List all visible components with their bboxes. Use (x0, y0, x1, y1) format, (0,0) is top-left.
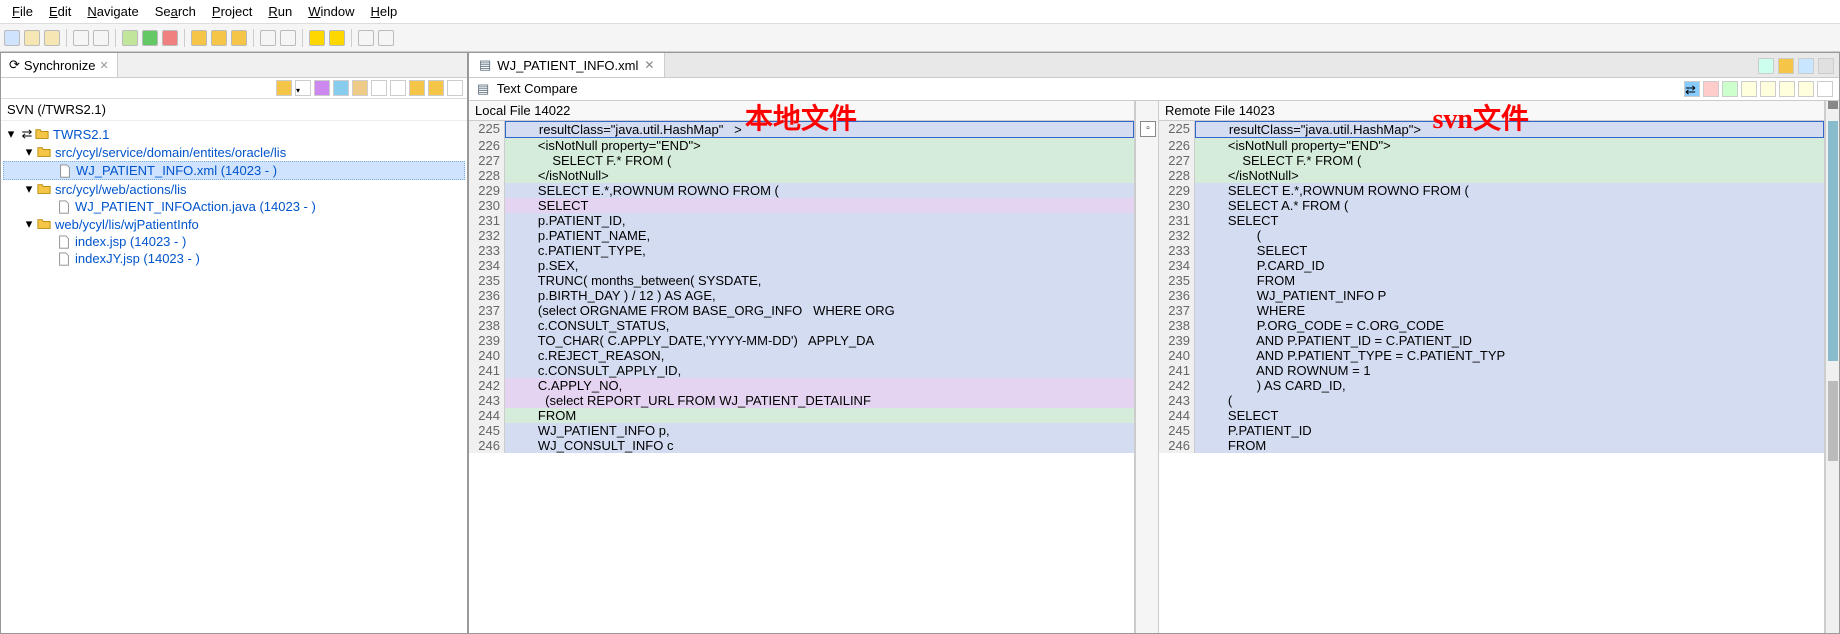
diff-link-icon[interactable]: ▫ (1140, 121, 1156, 137)
tree-file[interactable]: index.jsp (14023 - ) (3, 233, 465, 250)
menu-icon[interactable] (1817, 81, 1833, 97)
pin-view-icon[interactable] (276, 80, 292, 96)
run-config-icon[interactable] (162, 30, 178, 46)
back-icon[interactable] (309, 30, 325, 46)
menu-file[interactable]: File (4, 2, 41, 21)
left-panel: Local File 14022 225 resultClass="java.u… (469, 101, 1135, 633)
view-menu-icon[interactable] (295, 80, 311, 96)
persp-debug-icon[interactable] (1818, 58, 1834, 74)
menu-search[interactable]: Search (147, 2, 204, 21)
copy-right-icon[interactable] (1741, 81, 1757, 97)
compare-toolbar: ⇄ (1678, 79, 1839, 99)
copy-left-icon[interactable] (1760, 81, 1776, 97)
tree-file[interactable]: WJ_PATIENT_INFO.xml (14023 - ) (3, 161, 465, 180)
copy-all-left-icon[interactable] (1722, 81, 1738, 97)
fwd-icon[interactable] (329, 30, 345, 46)
sync-icon: ⟳ (9, 57, 20, 73)
menu-icon[interactable] (447, 80, 463, 96)
prev-diff-icon[interactable] (1798, 81, 1814, 97)
tree-root[interactable]: ▾⇄TWRS2.1 (3, 125, 465, 143)
right-code[interactable]: 225 resultClass="java.util.HashMap">226 … (1159, 121, 1824, 633)
menubar: File Edit Navigate Search Project Run Wi… (0, 0, 1840, 24)
tree-file[interactable]: indexJY.jsp (14023 - ) (3, 250, 465, 267)
close-icon[interactable]: ✕ (644, 58, 654, 72)
task-icon[interactable] (280, 30, 296, 46)
editor-area: ▤ WJ_PATIENT_INFO.xml ✕ ▤ Text Compare ⇄ (468, 52, 1840, 634)
editor-tab[interactable]: ▤ WJ_PATIENT_INFO.xml ✕ (469, 53, 665, 77)
swap-icon[interactable]: ⇄ (1684, 81, 1700, 97)
debug-icon[interactable] (122, 30, 138, 46)
new-class-icon[interactable] (211, 30, 227, 46)
right-panel-head: Remote File 14023 (1159, 101, 1824, 121)
menu-window[interactable]: Window (300, 2, 362, 21)
run-icon[interactable] (142, 30, 158, 46)
menu-edit[interactable]: Edit (41, 2, 79, 21)
toggle-icon[interactable] (73, 30, 89, 46)
outgoing-icon[interactable] (333, 80, 349, 96)
tree-folder[interactable]: ▾web/ycyl/lis/wjPatientInfo (3, 215, 465, 233)
xml-file-icon: ▤ (479, 57, 491, 73)
sync-tab[interactable]: ⟳ Synchronize ✕ (1, 53, 118, 77)
new-folder-icon[interactable] (231, 30, 247, 46)
sync-tree[interactable]: ▾⇄TWRS2.1▾src/ycyl/service/domain/entite… (1, 121, 467, 633)
compare-title: Text Compare (497, 81, 578, 96)
menu-help[interactable]: Help (362, 2, 405, 21)
copy-all-right-icon[interactable] (1703, 81, 1719, 97)
left-panel-head: Local File 14022 (469, 101, 1134, 121)
search-icon[interactable] (260, 30, 276, 46)
new-pkg-icon[interactable] (191, 30, 207, 46)
menu-navigate[interactable]: Navigate (79, 2, 146, 21)
collapse-icon[interactable] (390, 80, 406, 96)
sync-status: SVN (/TWRS2.1) (1, 99, 467, 121)
toggle2-icon[interactable] (93, 30, 109, 46)
main-toolbar (0, 24, 1840, 52)
perspective-switcher (1758, 58, 1834, 74)
conflict-icon[interactable] (352, 80, 368, 96)
persp-svn-icon[interactable] (1798, 58, 1814, 74)
sync-toolbar (1, 78, 467, 99)
right-panel: Remote File 14023 225 resultClass="java.… (1159, 101, 1825, 633)
commit-icon[interactable] (428, 80, 444, 96)
tree-folder[interactable]: ▾src/ycyl/web/actions/lis (3, 180, 465, 198)
save-icon[interactable] (24, 30, 40, 46)
compare-panes: 本地文件 svn文件 Local File 14022 225 resultCl… (469, 101, 1839, 633)
editor-tab-label: WJ_PATIENT_INFO.xml (497, 58, 638, 73)
persp-java-icon[interactable] (1778, 58, 1794, 74)
left-code[interactable]: 225 resultClass="java.util.HashMap" >226… (469, 121, 1134, 633)
save-all-icon[interactable] (44, 30, 60, 46)
tree-file[interactable]: WJ_PATIENT_INFOAction.java (14023 - ) (3, 198, 465, 215)
compare-icon: ▤ (477, 81, 489, 96)
overview-ruler[interactable] (1825, 101, 1839, 633)
pin-icon[interactable] (358, 30, 374, 46)
update-icon[interactable] (409, 80, 425, 96)
quick-access-icon[interactable] (1758, 58, 1774, 74)
sync-view: ⟳ Synchronize ✕ SVN (/TWRS2.1) ▾⇄TWRS2.1… (0, 52, 468, 634)
diff-gutter[interactable]: ▫ (1135, 101, 1159, 633)
incoming-icon[interactable] (314, 80, 330, 96)
menu-project[interactable]: Project (204, 2, 260, 21)
close-icon[interactable]: ✕ (99, 59, 108, 72)
menu-run[interactable]: Run (260, 2, 300, 21)
sync-tab-label: Synchronize (24, 58, 96, 73)
next-diff-icon[interactable] (1779, 81, 1795, 97)
new-icon[interactable] (4, 30, 20, 46)
grid-icon[interactable] (378, 30, 394, 46)
expand-icon[interactable] (371, 80, 387, 96)
tree-folder[interactable]: ▾src/ycyl/service/domain/entites/oracle/… (3, 143, 465, 161)
